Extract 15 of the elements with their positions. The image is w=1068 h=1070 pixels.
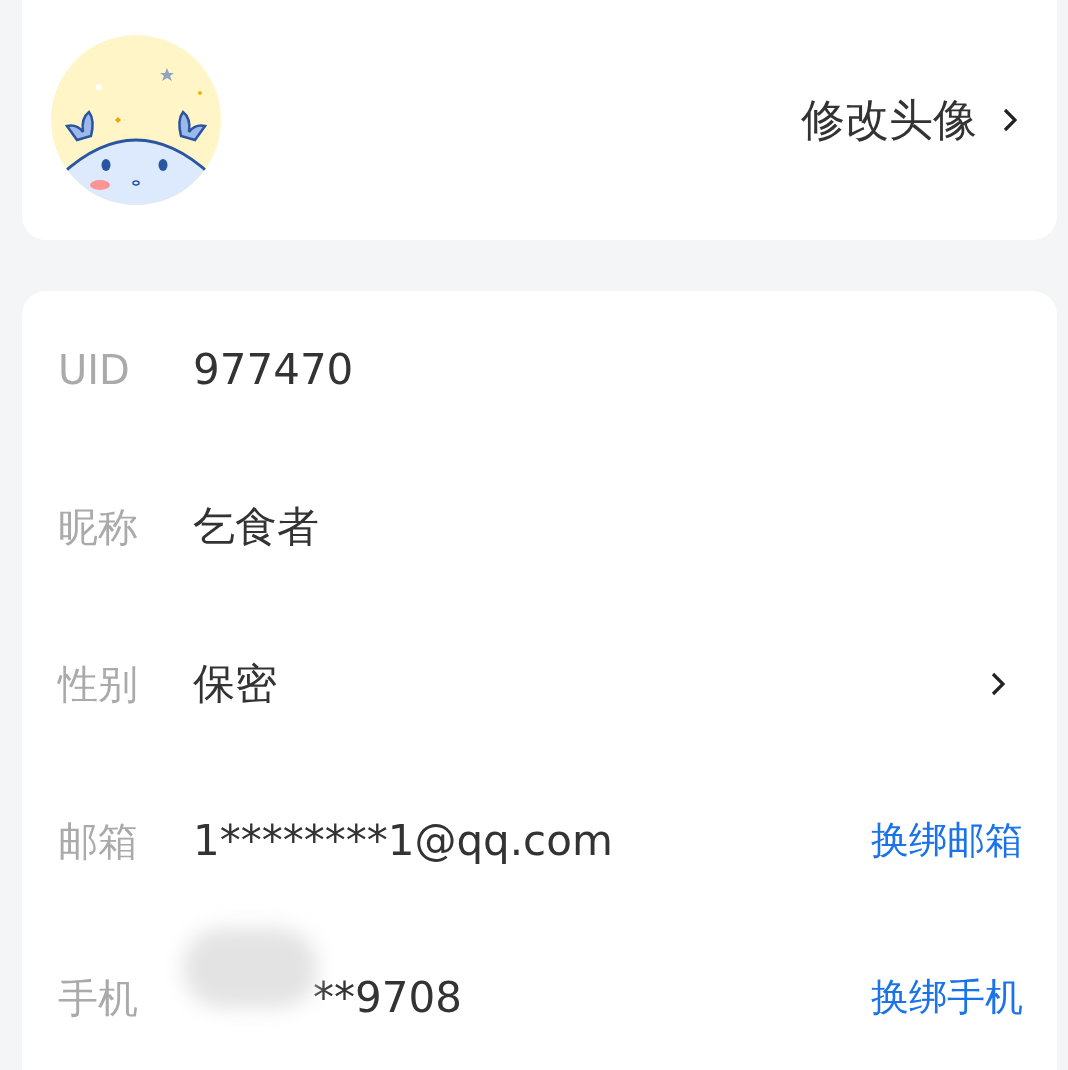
rebind-link[interactable]: 换绑手机	[871, 969, 1023, 1026]
field-label: 邮箱	[58, 816, 139, 866]
field-label: 性别	[58, 659, 139, 709]
rebind-link[interactable]: 换绑邮箱	[871, 812, 1023, 869]
chevron-right-icon	[1003, 108, 1017, 132]
change-avatar-link[interactable]: 修改头像	[801, 87, 1017, 153]
field-value: 乞食者	[193, 501, 320, 553]
field-label: UID	[58, 345, 131, 395]
field-label: 昵称	[58, 502, 139, 552]
field-value: 1********1@qq.com	[193, 815, 614, 867]
field-value: 977470	[193, 344, 355, 396]
field-value: **9708	[313, 972, 463, 1024]
chevron-right-icon	[991, 671, 1005, 696]
field-label: 手机	[58, 973, 139, 1023]
field-value: 保密	[193, 658, 278, 710]
